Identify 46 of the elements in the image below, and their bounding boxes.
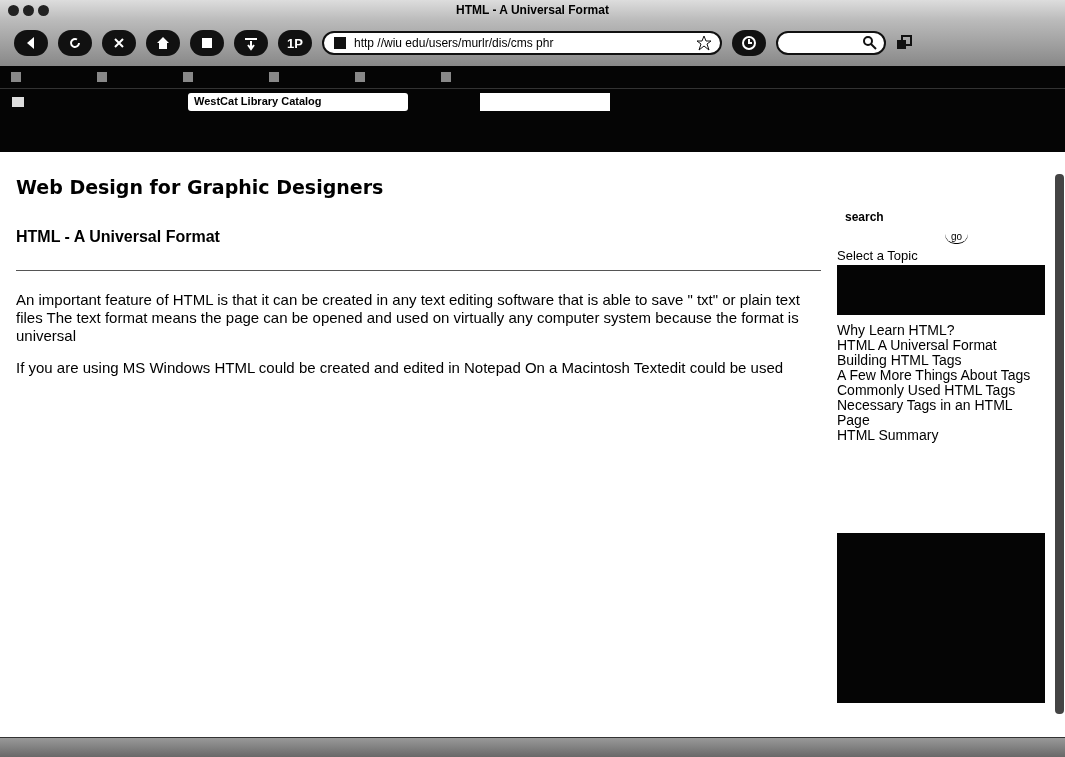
bookmark-icon xyxy=(180,69,196,85)
address-field[interactable]: http //wiu edu/users/murlr/dis/cms phr xyxy=(322,31,722,55)
site-title: Web Design for Graphic Designers xyxy=(16,176,385,198)
password-button[interactable]: 1P xyxy=(278,30,312,56)
reload-icon xyxy=(67,35,83,51)
bookmark-icon xyxy=(266,69,282,85)
clock-icon xyxy=(741,35,757,51)
topic-link[interactable]: HTML A Universal Format xyxy=(837,338,1037,353)
window-icon xyxy=(199,35,215,51)
toolbar-button[interactable] xyxy=(234,30,268,56)
toolbar-logo-icon xyxy=(10,94,26,110)
search-field[interactable] xyxy=(776,31,886,55)
bookmark-icon xyxy=(8,69,24,85)
catalog-field[interactable]: WestCat Library Catalog xyxy=(188,93,408,111)
toolbar-button[interactable] xyxy=(190,30,224,56)
history-button[interactable] xyxy=(732,30,766,56)
topic-link[interactable]: Building HTML Tags xyxy=(837,353,1037,368)
topic-label: Select a Topic xyxy=(837,248,919,263)
reload-button[interactable] xyxy=(58,30,92,56)
topic-link[interactable]: Commonly Used HTML Tags xyxy=(837,383,1037,398)
topic-link[interactable]: Why Learn HTML? xyxy=(837,323,1037,338)
paragraph: If you are using MS Windows HTML could be created and edited in Notepad On a Macintosh Textedit could be used xyxy=(16,359,785,377)
scrollbar[interactable] xyxy=(1055,174,1064,714)
window-control-button[interactable] xyxy=(8,4,19,16)
bookmark-icon xyxy=(94,69,110,85)
home-icon xyxy=(155,35,171,51)
topic-link[interactable]: A Few More Things About Tags xyxy=(837,368,1037,383)
search-label: search xyxy=(845,210,885,224)
topic-link[interactable]: Necessary Tags in an HTML Page xyxy=(837,398,1037,428)
window-control-button[interactable] xyxy=(38,4,49,16)
page-heading: HTML - A Universal Format xyxy=(16,228,221,246)
window-control-button[interactable] xyxy=(23,4,34,16)
star-icon xyxy=(696,35,712,51)
window-title: HTML - A Universal Format xyxy=(456,3,609,17)
stop-button[interactable] xyxy=(102,30,136,56)
back-button[interactable] xyxy=(14,30,48,56)
windows-icon xyxy=(896,35,912,51)
topic-link[interactable]: HTML Summary xyxy=(837,428,1037,443)
bookmark-icon xyxy=(438,69,454,85)
search-icon xyxy=(862,35,878,51)
download-icon xyxy=(243,35,259,51)
bookmark-icon xyxy=(352,69,368,85)
home-button[interactable] xyxy=(146,30,180,56)
site-icon xyxy=(332,35,348,51)
search-field[interactable] xyxy=(480,93,610,111)
paragraph: An important feature of HTML is that it can be created in any text editing software that is able to save " txt" or plain text files The text format means the page can be opened and used on virtually any computer system because the format is universal xyxy=(16,291,801,345)
